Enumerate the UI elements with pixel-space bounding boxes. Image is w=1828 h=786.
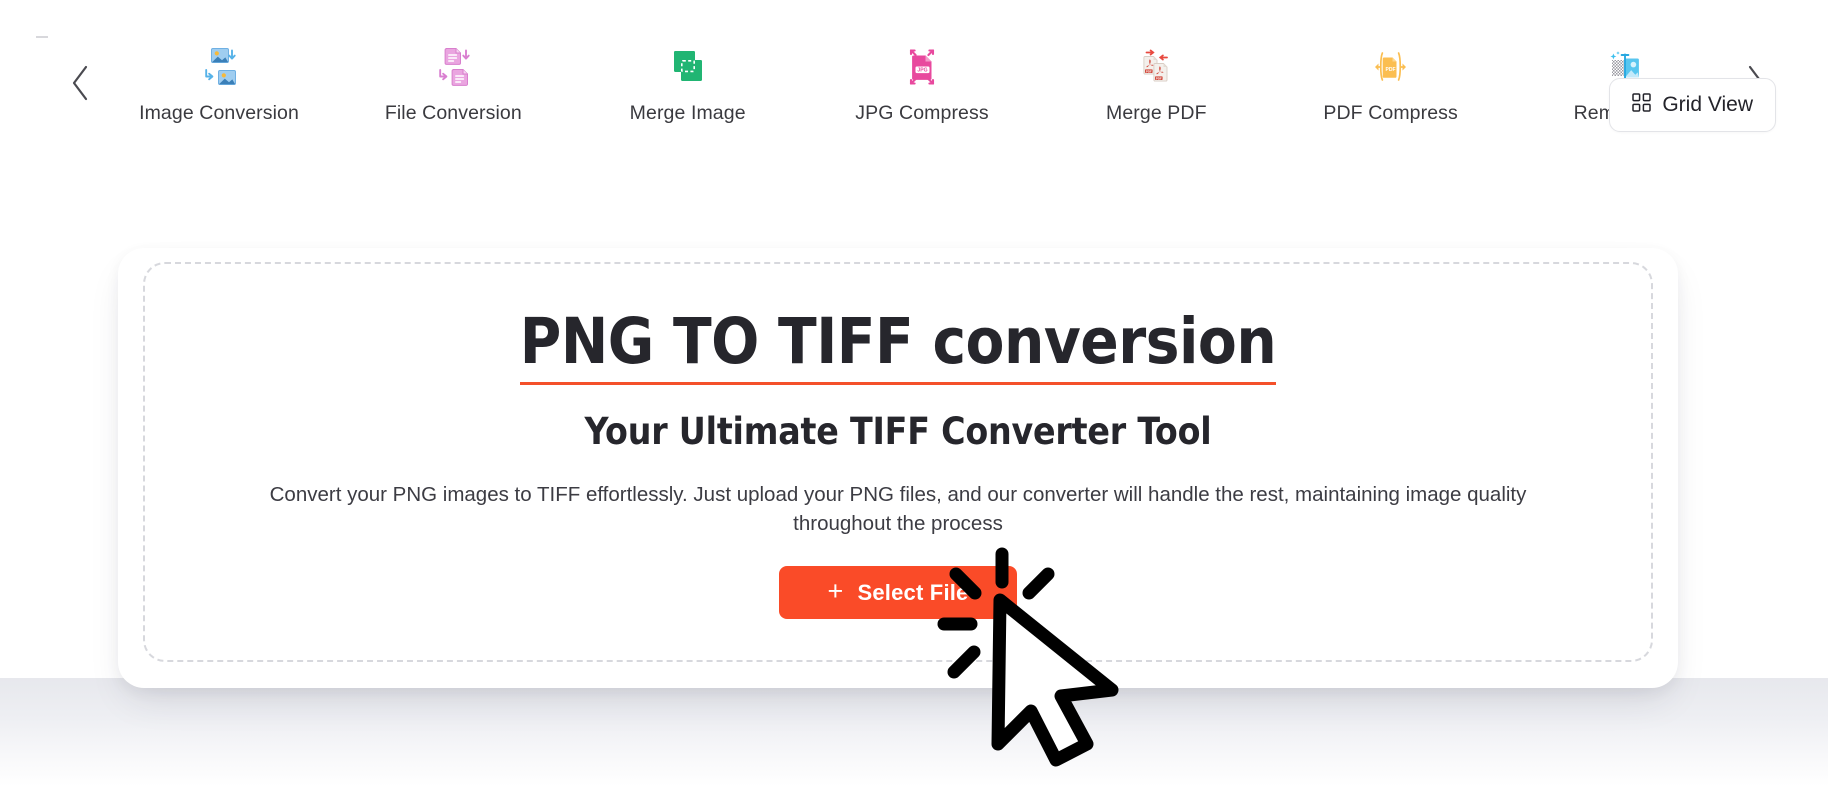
- tool-item-file-conversion[interactable]: File Conversion: [368, 40, 538, 124]
- jpg-compress-icon: JPG: [899, 44, 945, 90]
- page-description: Convert your PNG images to TIFF effortle…: [269, 483, 1527, 536]
- select-file-label: Select File: [857, 579, 969, 605]
- tool-item-merge-pdf[interactable]: PDF PDF Merge PDF: [1071, 40, 1241, 124]
- tool-label: PDF Compress: [1323, 102, 1458, 124]
- file-conversion-icon: [430, 44, 476, 90]
- file-dropzone[interactable]: PNG TO TIFF conversion Your Ultimate TIF…: [143, 262, 1653, 662]
- merge-pdf-icon: PDF PDF: [1133, 44, 1179, 90]
- page-subtitle: Your Ultimate TIFF Converter Tool: [584, 410, 1212, 453]
- tool-label: JPG Compress: [855, 102, 989, 124]
- tool-item-merge-image[interactable]: Merge Image: [603, 40, 773, 124]
- image-conversion-icon: [196, 44, 242, 90]
- tool-items-strip: Image Conversion File Conversion Merge I…: [100, 40, 1736, 124]
- upload-card: PNG TO TIFF conversion Your Ultimate TIF…: [118, 248, 1678, 688]
- tool-label: Image Conversion: [139, 102, 299, 124]
- grid-view-label: Grid View: [1662, 93, 1753, 116]
- merge-image-icon: [665, 44, 711, 90]
- bottom-gradient-band: [0, 678, 1828, 786]
- chevron-left-icon: [69, 64, 91, 102]
- tool-label: Merge Image: [629, 102, 746, 124]
- grid-view-button[interactable]: Grid View: [1609, 78, 1776, 132]
- plus-icon: +: [827, 576, 844, 607]
- tool-label: File Conversion: [384, 102, 522, 124]
- tool-item-pdf-compress[interactable]: PDF PDF Compress: [1306, 40, 1476, 124]
- svg-text:PDF: PDF: [1156, 76, 1162, 80]
- pdf-compress-icon: PDF: [1368, 44, 1414, 90]
- page-root: Image Conversion File Conversion Merge I…: [0, 0, 1828, 786]
- tool-item-jpg-compress[interactable]: JPG JPG Compress: [837, 40, 1007, 124]
- page-title: PNG TO TIFF conversion: [519, 310, 1277, 385]
- select-file-button[interactable]: + Select File: [779, 566, 1017, 620]
- page-artifact-mark: [36, 36, 48, 38]
- svg-text:PDF: PDF: [1385, 67, 1395, 73]
- tool-item-image-conversion[interactable]: Image Conversion: [134, 40, 304, 124]
- svg-text:PDF: PDF: [1146, 69, 1152, 73]
- grid-icon: [1632, 93, 1652, 117]
- tool-label: Merge PDF: [1106, 102, 1207, 124]
- tool-navigation-bar: Image Conversion File Conversion Merge I…: [0, 40, 1828, 152]
- tools-prev-button[interactable]: [60, 48, 100, 118]
- svg-text:JPG: JPG: [917, 68, 927, 74]
